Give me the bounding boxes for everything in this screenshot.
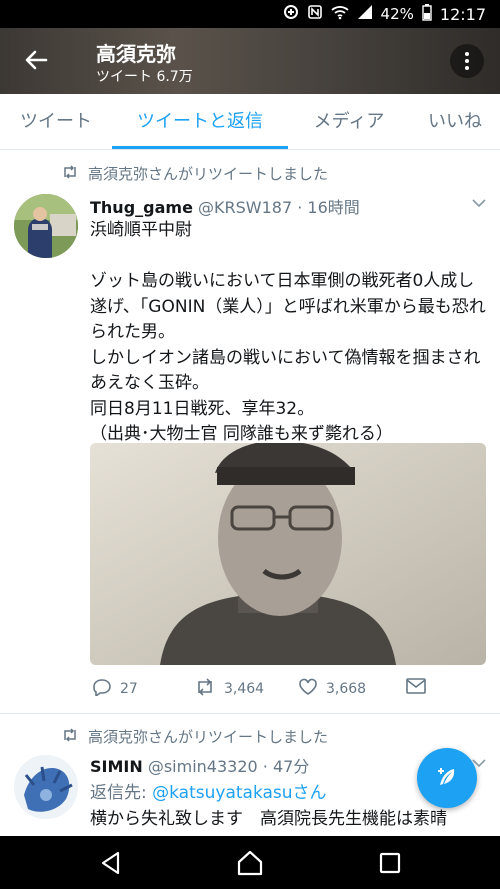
reply-to-line: 返信先: @katsuyatakasuさん — [90, 783, 327, 803]
tab-likes[interactable]: いいね — [410, 94, 500, 149]
retweet-button[interactable]: 3,464 — [194, 678, 264, 700]
retweet-icon — [62, 164, 78, 183]
profile-header: 高須克弥 ツイート 6.7万 — [0, 28, 500, 94]
tab-tweets[interactable]: ツイート — [0, 94, 112, 149]
retweet-icon — [62, 727, 78, 746]
envelope-icon — [406, 678, 426, 698]
signal-icon — [357, 4, 373, 24]
reply-button[interactable]: 27 — [92, 678, 138, 700]
nfc-icon — [307, 4, 323, 24]
heart-icon — [298, 678, 318, 700]
tweet-photo[interactable] — [90, 443, 486, 665]
author-meta: @simin43320 · 47分 — [147, 757, 310, 776]
reply-to-handle[interactable]: @katsuyatakasuさん — [152, 783, 326, 803]
message-button[interactable] — [406, 678, 426, 698]
tweet-count: ツイート 6.7万 — [96, 69, 193, 85]
profile-name: 高須克弥 — [96, 42, 176, 66]
data-saver-icon — [283, 4, 299, 24]
wifi-icon — [330, 4, 349, 24]
like-button[interactable]: 3,668 — [298, 678, 366, 700]
avatar[interactable] — [14, 755, 78, 819]
author-name[interactable]: SIMIN — [90, 757, 143, 776]
compose-feather-icon — [432, 768, 462, 800]
compose-tweet-button[interactable] — [417, 748, 477, 808]
chevron-down-icon[interactable] — [472, 196, 486, 212]
author-meta: @KRSW187 · 16時間 — [198, 198, 360, 217]
more-vertical-icon[interactable] — [450, 44, 484, 78]
home-icon[interactable] — [235, 848, 265, 878]
retweet-icon — [194, 678, 216, 700]
back-triangle-icon[interactable] — [96, 848, 126, 878]
reply-icon — [92, 678, 112, 700]
avatar[interactable] — [14, 194, 78, 258]
divider — [0, 713, 500, 714]
tweet-actions: 27 3,464 3,668 — [90, 678, 490, 702]
recent-apps-icon[interactable] — [375, 848, 405, 878]
battery-level: 42% — [380, 5, 414, 23]
clock: 12:17 — [439, 4, 486, 24]
tab-media[interactable]: メディア — [288, 94, 410, 149]
arrow-left-icon[interactable] — [22, 46, 54, 78]
battery-icon — [422, 3, 432, 25]
system-nav-bar — [0, 836, 500, 889]
tab-tweets-and-replies[interactable]: ツイートと返信 — [112, 94, 288, 149]
author-name[interactable]: Thug_game — [90, 198, 193, 217]
tweet-text: 浜崎順平中尉 ゾット島の戦いにおいて日本軍側の戦死者0人成し遂げ、「GONIN（… — [90, 220, 486, 444]
status-bar: 42% 12:17 — [0, 0, 500, 28]
profile-tabs: ツイート ツイートと返信 メディア いいね — [0, 94, 500, 150]
retweet-note: 高須克弥さんがリツイートしました — [62, 163, 328, 184]
tweet-text: 横から失礼致します 高須院長先生機能は素晴 — [90, 809, 447, 829]
retweet-note: 高須克弥さんがリツイートしました — [62, 726, 328, 747]
